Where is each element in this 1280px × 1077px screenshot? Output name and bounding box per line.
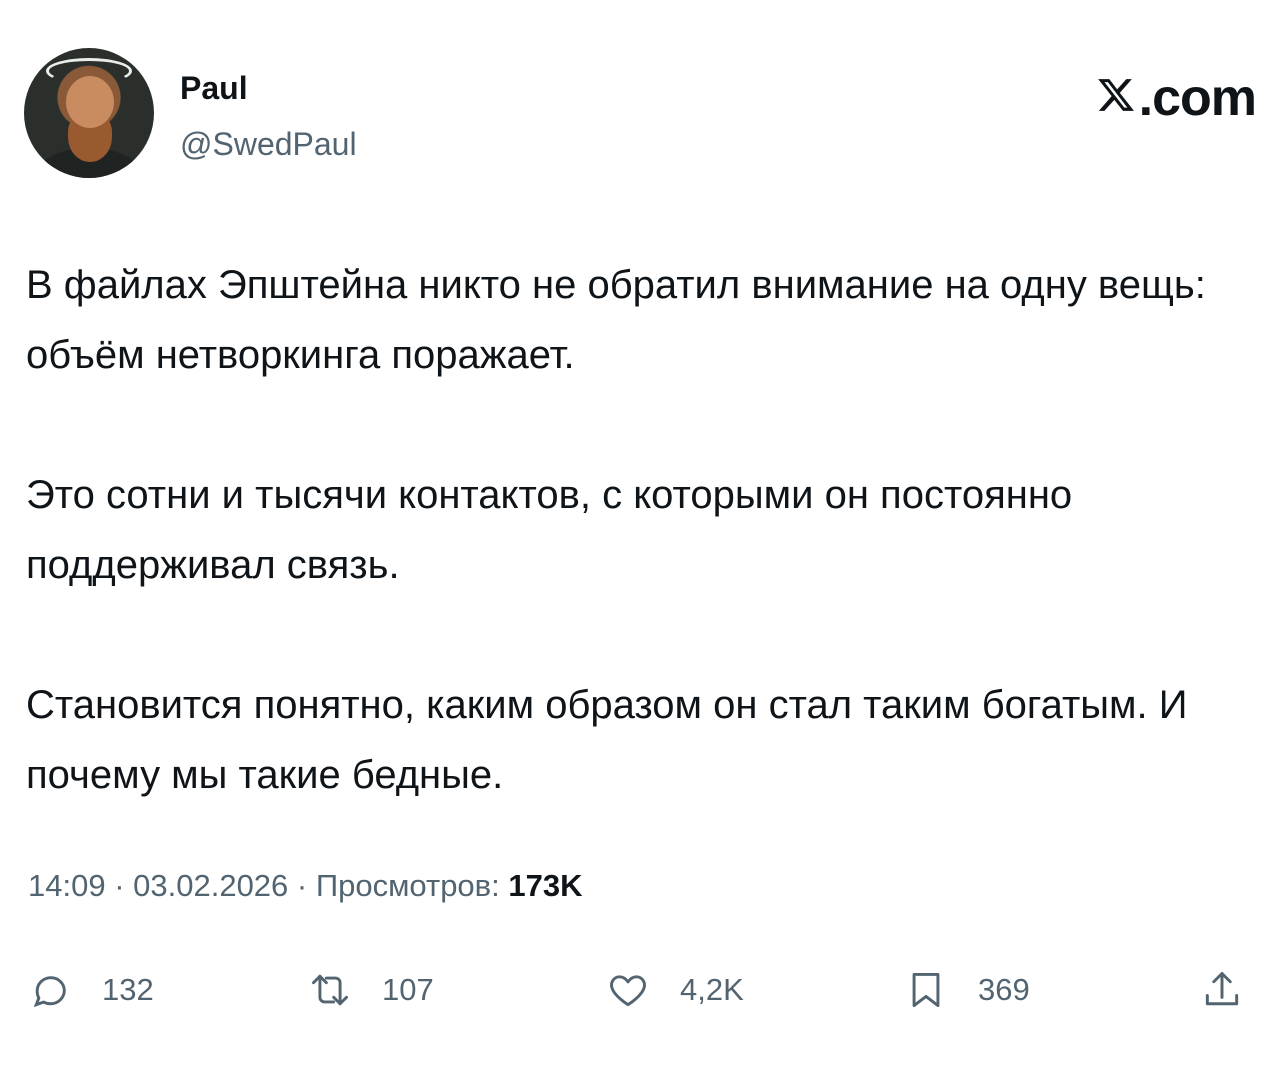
tweet-date[interactable]: 03.02.2026: [133, 868, 288, 903]
bookmark-icon: [912, 972, 940, 1008]
share-icon: [1205, 972, 1239, 1006]
avatar[interactable]: [24, 48, 154, 178]
share-button[interactable]: [1200, 962, 1244, 1018]
brand-text: .com: [1138, 69, 1257, 127]
reply-icon: [33, 976, 66, 1008]
x-com-brand: .com: [1095, 68, 1257, 128]
views-label: Просмотров:: [315, 868, 509, 903]
action-bar: 132 107 4,2K 369: [28, 962, 1258, 1018]
reply-button[interactable]: 132: [28, 962, 154, 1018]
tweet-paragraph: В файлах Эпштейна никто не обратил внима…: [26, 263, 1206, 377]
retweet-count: 107: [382, 972, 434, 1007]
tweet-meta: 14:09 · 03.02.2026 · Просмотров: 173K: [28, 868, 582, 904]
tweet-header: Paul @SwedPaul .com: [24, 48, 1257, 178]
retweet-icon: [312, 974, 348, 1006]
heart-icon: [610, 975, 646, 1007]
like-button[interactable]: 4,2K: [606, 962, 744, 1018]
author-handle[interactable]: @SwedPaul: [180, 126, 357, 163]
tweet-body: В файлах Эпштейна никто не обратил внима…: [26, 250, 1246, 880]
views-count[interactable]: 173K: [508, 868, 582, 903]
bookmark-count: 369: [978, 972, 1030, 1007]
reply-count: 132: [102, 972, 154, 1007]
tweet-time[interactable]: 14:09: [28, 868, 106, 903]
x-logo-icon: [1097, 79, 1134, 111]
meta-separator: ·: [105, 868, 134, 903]
tweet-paragraph: Становится понятно, каким образом он ста…: [26, 683, 1188, 797]
bookmark-button[interactable]: 369: [904, 962, 1030, 1018]
meta-separator: ·: [288, 868, 316, 903]
retweet-button[interactable]: 107: [308, 962, 434, 1018]
like-count: 4,2K: [680, 972, 744, 1007]
avatar-halo: [46, 58, 132, 84]
author-name[interactable]: Paul: [180, 70, 248, 107]
tweet-paragraph: Это сотни и тысячи контактов, с которыми…: [26, 473, 1073, 587]
